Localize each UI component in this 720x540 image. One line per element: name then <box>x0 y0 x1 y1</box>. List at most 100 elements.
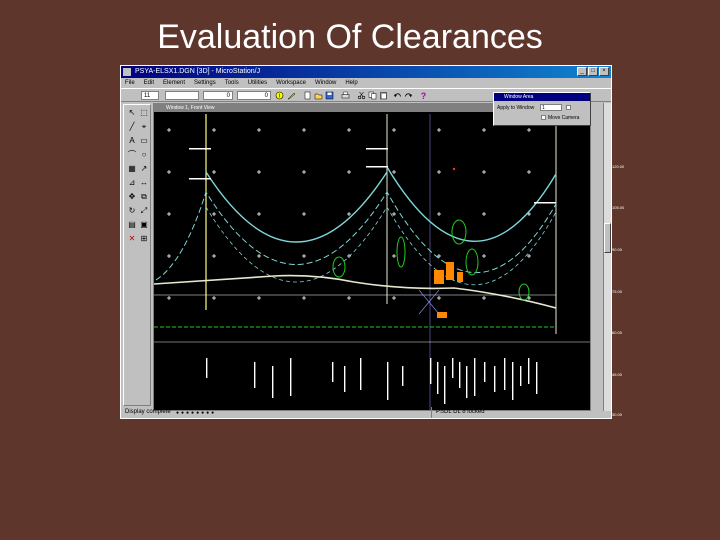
menubar: File Edit Element Settings Tools Utiliti… <box>121 78 611 88</box>
app-titlebar[interactable]: PSYA-ELSX1.DGN [3D] - MicroStation/J _ □… <box>121 66 611 78</box>
grid-mark <box>483 170 485 174</box>
grid-mark <box>528 296 530 300</box>
menu-settings[interactable]: Settings <box>194 78 216 88</box>
grid-mark <box>348 170 350 174</box>
level-select[interactable]: 11 <box>141 91 159 100</box>
help-icon[interactable]: ? <box>419 91 428 100</box>
grid-mark <box>438 128 440 132</box>
close-button[interactable]: × <box>599 67 609 76</box>
ruler-label: 60.00 <box>612 330 623 335</box>
maximize-button[interactable]: □ <box>588 67 598 76</box>
view-number-select[interactable]: 1 <box>540 104 562 111</box>
station-tick <box>484 362 486 382</box>
point-tool-icon[interactable]: ⌖ <box>139 122 149 132</box>
copy-element-tool-icon[interactable]: ⧉ <box>139 192 149 202</box>
info-icon[interactable]: i <box>275 91 284 100</box>
menu-window[interactable]: Window <box>315 78 336 88</box>
paste-icon[interactable] <box>379 91 388 100</box>
style-select[interactable]: 0 <box>203 91 233 100</box>
group-tool-icon[interactable]: ▣ <box>139 220 149 230</box>
menu-help[interactable]: Help <box>345 78 357 88</box>
status-bar: Display complete ●●●●●●●● PSDL DL 8 lock… <box>121 407 611 418</box>
station-tick <box>466 366 468 398</box>
menu-element[interactable]: Element <box>163 78 185 88</box>
apply-checkbox[interactable] <box>566 105 571 110</box>
dimension-tool-icon[interactable]: ↔ <box>139 178 149 188</box>
status-locks: PSDL DL 8 locked <box>431 407 485 418</box>
grid-mark <box>258 170 260 174</box>
menu-edit[interactable]: Edit <box>144 78 154 88</box>
grid-mark <box>483 296 485 300</box>
delete-tool-icon[interactable]: ✕ <box>127 234 137 244</box>
menu-tools[interactable]: Tools <box>225 78 239 88</box>
station-tick <box>512 362 514 400</box>
menu-utilities[interactable]: Utilities <box>248 78 267 88</box>
station-tick <box>332 362 334 382</box>
grid-mark <box>303 296 305 300</box>
open-folder-icon[interactable] <box>314 91 323 100</box>
undo-icon[interactable] <box>393 91 402 100</box>
window-area-title[interactable]: Window Area <box>494 93 590 101</box>
station-tick <box>437 362 439 394</box>
grid-mark <box>483 212 485 216</box>
copy-icon[interactable] <box>368 91 377 100</box>
rotate-tool-icon[interactable]: ↻ <box>127 206 137 216</box>
scrollbar-thumb[interactable] <box>604 223 611 253</box>
minimize-button[interactable]: _ <box>577 67 587 76</box>
station-tick <box>387 362 389 400</box>
menu-workspace[interactable]: Workspace <box>276 78 306 88</box>
move-camera-label: Move Camera <box>548 115 580 121</box>
menu-file[interactable]: File <box>125 78 135 88</box>
pencil-icon[interactable] <box>287 91 296 100</box>
grid-mark <box>438 212 440 216</box>
apply-to-window-label: Apply to Window <box>497 105 535 111</box>
redo-icon[interactable] <box>404 91 413 100</box>
cursor-crosshair <box>418 289 440 315</box>
color-select[interactable] <box>165 91 199 100</box>
clearance-envelope-lower <box>205 206 557 286</box>
shape-tool-icon[interactable]: ▭ <box>139 136 149 146</box>
new-file-icon[interactable] <box>303 91 312 100</box>
grid-mark <box>393 254 395 258</box>
fence-tool-icon[interactable]: ⬚ <box>139 108 149 118</box>
design-canvas[interactable] <box>154 112 590 410</box>
elevation-ruler: 120.00 105.00 90.00 75.00 60.00 45.00 30… <box>610 150 636 440</box>
grid-mark <box>483 128 485 132</box>
grid-mark <box>258 128 260 132</box>
label-line-1 <box>189 148 211 150</box>
vertical-scrollbar[interactable] <box>603 103 611 411</box>
ruler-label: 120.00 <box>612 164 625 169</box>
line-tool-icon[interactable]: ╱ <box>127 122 137 132</box>
view-tool-icon[interactable]: ⊞ <box>139 234 149 244</box>
weight-select[interactable]: 0 <box>237 91 271 100</box>
select-element-tool-icon[interactable]: ↖ <box>127 108 137 118</box>
station-tick <box>402 366 404 386</box>
scale-tool-icon[interactable]: ⤢ <box>139 206 149 216</box>
save-icon[interactable] <box>325 91 334 100</box>
marker-point <box>452 167 456 171</box>
grid-mark <box>258 296 260 300</box>
modify-tool-icon[interactable]: ↗ <box>139 164 149 174</box>
grid-mark <box>438 296 440 300</box>
print-icon[interactable] <box>341 91 350 100</box>
conductor-span-right <box>386 166 557 242</box>
text-tool-icon[interactable]: A <box>127 136 137 146</box>
station-tick <box>360 358 362 390</box>
grid-mark <box>303 128 305 132</box>
grid-mark <box>393 296 395 300</box>
main-toolbox: ↖ ⬚ ╱ ⌖ A ▭ ⌒ ○ ▦ ↗ ⊿ ↔ ✥ ⧉ ↻ ⤢ ▤ ▣ ✕ ⊞ <box>123 104 151 406</box>
arc-tool-icon[interactable]: ⌒ <box>127 150 137 160</box>
grid-mark <box>348 296 350 300</box>
move-camera-checkbox[interactable] <box>541 115 546 120</box>
cell-tool-icon[interactable]: ▦ <box>127 164 137 174</box>
patterning-tool-icon[interactable]: ▤ <box>127 220 137 230</box>
ruler-label: 75.00 <box>612 289 623 294</box>
circle-tool-icon[interactable]: ○ <box>139 150 149 160</box>
cut-icon[interactable] <box>357 91 366 100</box>
move-tool-icon[interactable]: ✥ <box>127 192 137 202</box>
grid-mark <box>213 128 215 132</box>
station-tick <box>444 366 446 404</box>
grid-mark <box>528 170 530 174</box>
ruler-label: 45.00 <box>612 372 623 377</box>
measure-tool-icon[interactable]: ⊿ <box>127 178 137 188</box>
